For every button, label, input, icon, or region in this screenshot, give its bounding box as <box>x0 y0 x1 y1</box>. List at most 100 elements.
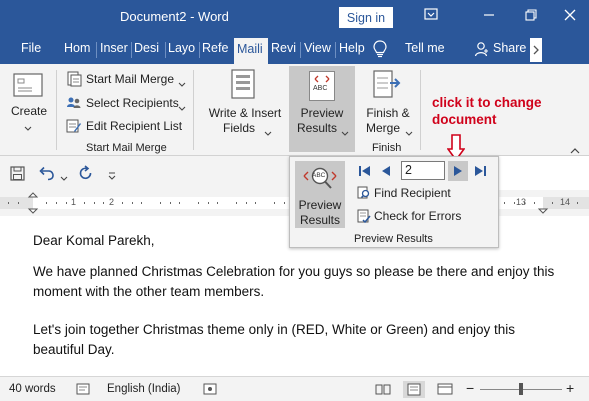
start-mail-merge-icon <box>66 71 82 90</box>
tab-insert[interactable]: Inser <box>100 41 130 55</box>
group-label-preview-results: Preview Results <box>354 233 433 245</box>
person-icon <box>474 41 490 60</box>
tab-home[interactable]: Hom <box>64 41 94 55</box>
customize-toolbar-icon[interactable] <box>108 169 116 183</box>
select-recipients-button[interactable]: Select Recipients <box>86 96 179 110</box>
doc-paragraph-1-line-2: moment with the other team members. <box>33 284 265 299</box>
read-mode-icon[interactable] <box>375 383 391 398</box>
select-recipients-icon <box>66 95 82 114</box>
tab-separator <box>300 42 301 58</box>
annotation-line-1: click it to change <box>432 95 542 110</box>
word-count[interactable]: 40 words <box>9 383 56 395</box>
chevron-down-icon <box>405 126 413 140</box>
ruler-mark: 2 <box>109 197 115 207</box>
tab-separator <box>335 42 336 58</box>
quick-access-toolbar <box>0 156 290 190</box>
tab-separator <box>96 42 97 58</box>
mailings-ribbon: Create Start Mail Merge Select Recipient… <box>0 64 589 156</box>
tab-review[interactable]: Revi <box>271 41 298 55</box>
proofing-icon[interactable] <box>76 383 90 398</box>
last-record-icon[interactable] <box>473 165 487 180</box>
chevron-down-icon[interactable] <box>60 171 68 185</box>
undo-icon[interactable] <box>38 166 56 184</box>
tab-separator <box>199 42 200 58</box>
popup-icon-text: ABC <box>312 172 326 179</box>
tab-separator <box>131 42 132 58</box>
restore-icon[interactable] <box>520 6 542 28</box>
doc-paragraph-2-line-1: Let's join together Christmas theme only… <box>33 322 516 337</box>
close-icon[interactable] <box>559 6 581 28</box>
tab-view[interactable]: View <box>304 41 331 55</box>
preview-results-icon: ABC <box>309 71 335 101</box>
tab-references[interactable]: Refe <box>202 41 231 55</box>
start-mail-merge-button[interactable]: Start Mail Merge <box>86 72 174 86</box>
chevron-down-icon <box>24 121 32 135</box>
ruler-mark: 14 <box>560 197 571 207</box>
window-title: Document2 - Word <box>120 9 229 24</box>
first-record-icon[interactable] <box>358 165 372 180</box>
ruler-mark: 1 <box>71 197 77 207</box>
check-for-errors-button[interactable]: Check for Errors <box>374 209 461 223</box>
record-number-input[interactable]: 2 <box>401 161 445 180</box>
doc-paragraph-1-line-1: We have planned Christmas Celebration fo… <box>33 264 555 279</box>
popup-preview-label-2: Results <box>299 213 340 227</box>
finish-merge-label-2[interactable]: Merge <box>360 121 406 136</box>
accessibility-icon[interactable] <box>203 383 217 398</box>
preview-results-button[interactable]: ABC Preview Results <box>289 66 355 152</box>
web-layout-icon[interactable] <box>437 383 453 398</box>
tell-me-search[interactable]: Tell me <box>405 41 445 55</box>
edit-recipient-list-icon <box>66 118 82 137</box>
chevron-down-icon <box>264 126 272 140</box>
chevron-down-icon <box>178 101 186 115</box>
zoom-slider-handle[interactable] <box>519 383 523 395</box>
group-label-finish: Finish <box>372 142 402 154</box>
tab-design[interactable]: Desi <box>134 41 164 55</box>
redo-icon[interactable] <box>78 165 94 184</box>
popup-preview-label-1: Preview <box>298 198 342 212</box>
group-label-start-mail-merge: Start Mail Merge <box>86 142 167 154</box>
tab-mailings[interactable]: Maili <box>234 38 268 64</box>
zoom-out-button[interactable]: − <box>466 380 474 396</box>
popup-preview-results-button[interactable]: ABC Preview Results <box>295 161 345 228</box>
chevron-down-icon <box>341 126 349 140</box>
tab-layout[interactable]: Layo <box>168 41 198 55</box>
previous-record-icon[interactable] <box>381 165 391 180</box>
ribbon-display-options-icon[interactable] <box>420 6 442 28</box>
doc-greeting: Dear Komal Parekh, <box>33 233 155 248</box>
write-insert-fields-icon <box>230 68 256 103</box>
preview-results-label-2: Results <box>296 121 337 135</box>
doc-paragraph-2-line-2: beautiful Day. <box>33 342 115 357</box>
tab-separator <box>165 42 166 58</box>
zoom-in-button[interactable]: + <box>566 380 574 396</box>
title-bar: Document2 - Word Sign in <box>0 0 589 34</box>
collapse-ribbon-icon[interactable] <box>570 144 580 158</box>
finish-merge-label-1[interactable]: Finish & <box>360 106 416 121</box>
finish-merge-icon <box>372 69 402 104</box>
preview-results-label-1: Preview <box>300 106 344 120</box>
minimize-icon[interactable] <box>478 6 500 28</box>
ruler-mark: 13 <box>516 197 527 207</box>
group-separator <box>56 70 57 150</box>
chevron-down-icon <box>178 77 186 91</box>
group-separator <box>193 70 194 150</box>
group-separator <box>420 70 421 150</box>
language-indicator[interactable]: English (India) <box>107 383 181 395</box>
sign-in-button[interactable]: Sign in <box>339 7 393 28</box>
share-button[interactable]: Share <box>493 41 526 55</box>
edit-recipient-list-button[interactable]: Edit Recipient List <box>86 119 182 133</box>
find-recipient-icon <box>357 186 371 203</box>
write-insert-fields-label-2[interactable]: Fields <box>214 121 264 136</box>
next-record-button[interactable] <box>448 161 468 181</box>
ribbon-tab-bar: File Hom Inser Desi Layo Refe Maili Revi… <box>0 34 589 64</box>
create-button[interactable]: Create <box>10 104 48 119</box>
find-recipient-button[interactable]: Find Recipient <box>374 186 451 200</box>
check-for-errors-icon <box>357 209 371 226</box>
write-insert-fields-label-1[interactable]: Write & Insert <box>202 106 288 121</box>
preview-results-popup: ABC Preview Results 2 Find Recipient Che… <box>289 156 499 248</box>
tab-file[interactable]: File <box>21 41 41 55</box>
tab-help[interactable]: Help <box>339 41 365 55</box>
scroll-tabs-right-button[interactable] <box>530 38 542 62</box>
create-icon[interactable] <box>12 70 44 103</box>
save-icon[interactable] <box>10 166 25 184</box>
print-layout-icon[interactable] <box>403 381 425 398</box>
